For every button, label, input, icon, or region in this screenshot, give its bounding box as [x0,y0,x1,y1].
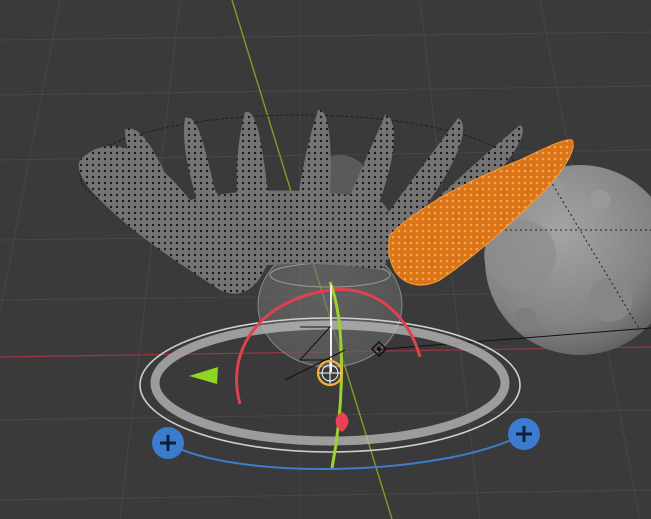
plus-icon[interactable] [508,418,540,450]
plus-icon[interactable] [152,427,184,459]
crosshair-circle-icon[interactable] [316,359,344,387]
3d-viewport[interactable] [0,0,651,519]
